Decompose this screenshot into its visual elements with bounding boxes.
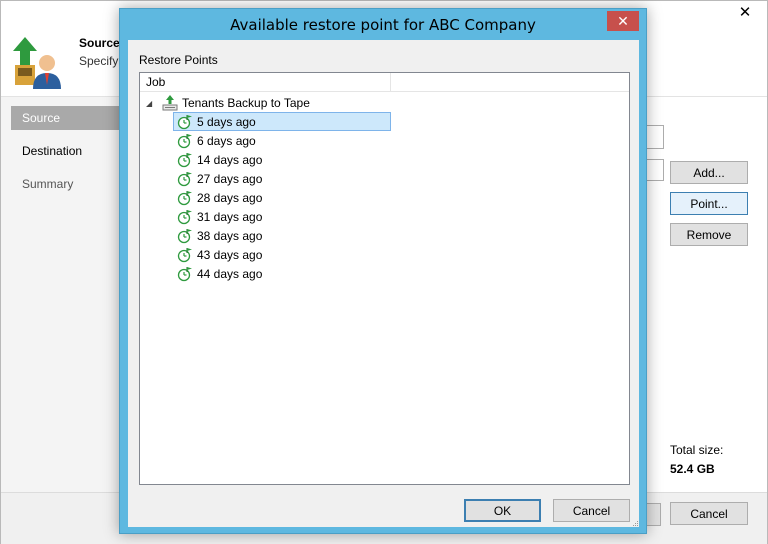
tree-job-node[interactable]: ◢ Tenants Backup to Tape [146,94,310,112]
restore-point-label: 44 days ago [197,266,263,281]
restore-point-item[interactable]: 28 days ago [173,188,391,207]
restore-point-clock-icon [177,152,192,167]
restore-point-label: 43 days ago [197,247,263,262]
ok-button[interactable]: OK [464,499,541,522]
wizard-nav: Source Destination Summary [1,97,126,492]
job-name: Tenants Backup to Tape [182,96,310,110]
remove-button[interactable]: Remove [670,223,748,246]
restore-point-item[interactable]: 6 days ago [173,131,391,150]
restore-point-label: 27 days ago [197,171,263,186]
add-button[interactable]: Add... [670,161,748,184]
finish-button-edge[interactable] [647,503,661,526]
restore-points-label: Restore Points [139,53,218,67]
restore-point-item[interactable]: 5 days ago [173,112,391,131]
resize-grip-icon[interactable] [631,519,639,527]
nav-item-source[interactable]: Source [11,106,126,130]
restore-point-item[interactable]: 43 days ago [173,245,391,264]
restore-point-clock-icon [177,133,192,148]
restore-point-dialog: Available restore point for ABC Company … [119,8,647,534]
restore-point-clock-icon [177,114,192,129]
restore-point-clock-icon [177,228,192,243]
restore-points-tree[interactable]: Job ◢ Tenants Backup to Tape 5 days ago 6… [139,72,630,485]
wizard-step-subtitle: Specify [79,54,119,68]
point-button[interactable]: Point... [670,192,748,215]
list-field-edge [646,159,664,181]
wizard-close-button[interactable]: ✕ [725,1,765,23]
restore-point-item[interactable]: 27 days ago [173,169,391,188]
dialog-body: Restore Points Job ◢ Tenants Backup to T… [128,40,639,527]
restore-wizard-icon [13,37,61,89]
wizard-cancel-button[interactable]: Cancel [670,502,748,525]
total-size-label: Total size: [670,443,724,457]
restore-point-item[interactable]: 38 days ago [173,226,391,245]
tape-job-icon [162,95,178,111]
nav-item-destination[interactable]: Destination [11,139,126,163]
restore-point-label: 14 days ago [197,152,263,167]
total-size-value: 52.4 GB [670,462,715,476]
restore-point-clock-icon [177,247,192,262]
restore-point-item[interactable]: 44 days ago [173,264,391,283]
restore-point-clock-icon [177,171,192,186]
restore-point-clock-icon [177,266,192,281]
wizard-step-title: Source [79,36,120,50]
collapse-icon[interactable]: ◢ [146,99,156,108]
restore-point-item[interactable]: 14 days ago [173,150,391,169]
restore-point-label: 38 days ago [197,228,263,243]
restore-point-label: 31 days ago [197,209,263,224]
restore-point-item[interactable]: 31 days ago [173,207,391,226]
dialog-cancel-button[interactable]: Cancel [553,499,630,522]
dialog-close-button[interactable]: ✕ [607,11,639,31]
restore-point-label: 5 days ago [197,114,256,129]
search-field-edge[interactable] [646,125,664,149]
dialog-title: Available restore point for ABC Company [230,16,536,34]
restore-point-clock-icon [177,190,192,205]
restore-point-label: 28 days ago [197,190,263,205]
restore-point-clock-icon [177,209,192,224]
restore-point-label: 6 days ago [197,133,256,148]
column-header-job[interactable]: Job [140,73,391,92]
nav-item-summary[interactable]: Summary [11,172,126,196]
tree-header: Job [140,73,629,92]
